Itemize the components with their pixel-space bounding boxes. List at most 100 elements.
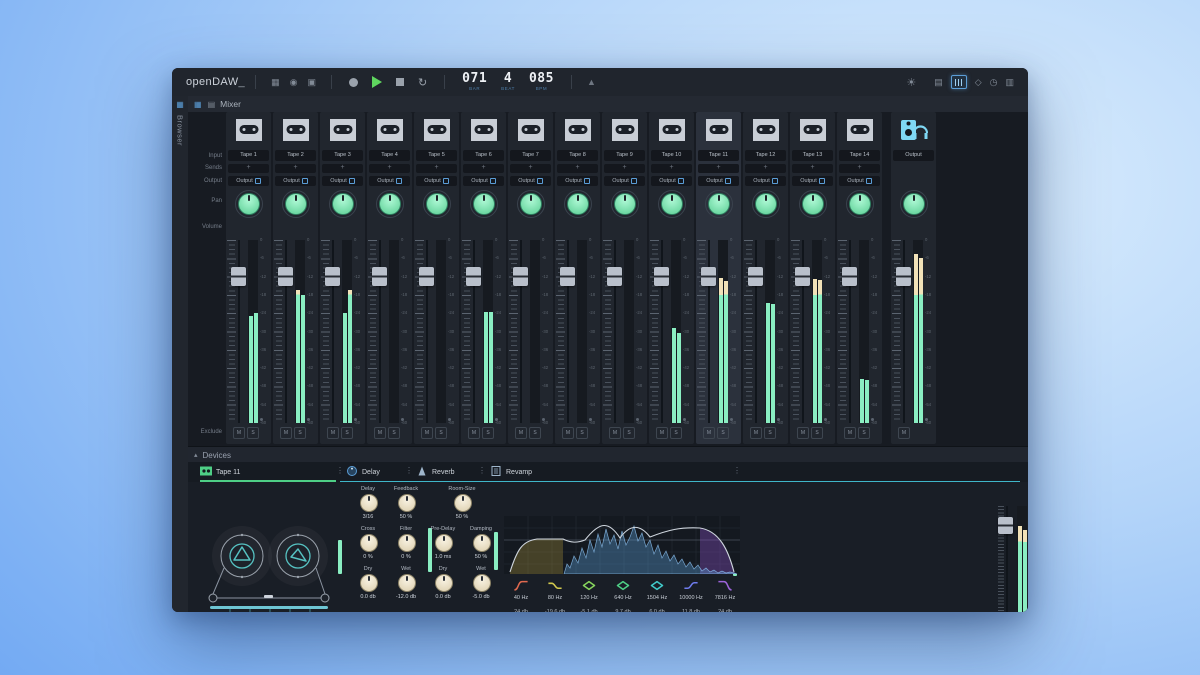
volume-fader[interactable]: [696, 240, 716, 423]
channel-name[interactable]: Tape 9: [604, 150, 645, 161]
sends-add-button[interactable]: +: [557, 164, 598, 173]
play-button[interactable]: [372, 76, 382, 88]
pan-knob[interactable]: [285, 193, 307, 215]
mute-button[interactable]: M: [327, 427, 339, 439]
channel-strip-output[interactable]: Output0-6-12-18-24-30-36-42-48-54-60M: [891, 112, 936, 444]
delay-knob-cross[interactable]: [360, 534, 378, 552]
record-button[interactable]: [349, 78, 358, 87]
panel-left-icon[interactable]: ▤: [934, 77, 943, 88]
sends-add-button[interactable]: +: [792, 164, 833, 173]
volume-fader[interactable]: [226, 240, 246, 423]
channel-name[interactable]: Tape 7: [510, 150, 551, 161]
channel-name[interactable]: Tape 6: [463, 150, 504, 161]
fader-handle[interactable]: [607, 267, 622, 286]
pan-knob[interactable]: [614, 193, 636, 215]
solo-button[interactable]: S: [247, 427, 259, 439]
bar-display[interactable]: 071 BAR: [462, 73, 487, 91]
channel-name[interactable]: Tape 10: [651, 150, 692, 161]
delay-knob-wet[interactable]: [398, 574, 416, 592]
channel-strip-tape-1[interactable]: Tape 1+Output0-6-12-18-24-30-36-42-48-54…: [226, 112, 271, 444]
channel-name[interactable]: Tape 11: [698, 150, 739, 161]
sends-add-button[interactable]: +: [275, 164, 316, 173]
output-route-button[interactable]: Output: [651, 176, 692, 186]
eq-band-lowshelf-icon[interactable]: [547, 578, 563, 589]
pan-knob[interactable]: [755, 193, 777, 215]
eq-band-freq[interactable]: 7816 Hz: [705, 595, 745, 601]
channel-strip-tape-8[interactable]: Tape 8+Output0-6-12-18-24-30-36-42-48-54…: [555, 112, 600, 444]
channel-name[interactable]: Tape 2: [275, 150, 316, 161]
sends-add-button[interactable]: +: [322, 164, 363, 173]
pan-knob[interactable]: [379, 193, 401, 215]
eq-band-highpass-icon[interactable]: [513, 578, 529, 589]
delay-knob-feedback[interactable]: [398, 494, 416, 512]
eq-band-highshelf-icon[interactable]: [683, 578, 699, 589]
channel-strip-tape-2[interactable]: Tape 2+Output0-6-12-18-24-30-36-42-48-54…: [273, 112, 318, 444]
eq-spectrum-display[interactable]: [504, 516, 740, 574]
device-tab-delay[interactable]: Delay: [346, 462, 380, 482]
layout-icon[interactable]: ▦: [271, 78, 280, 87]
mute-button[interactable]: M: [844, 427, 856, 439]
volume-fader[interactable]: [837, 240, 857, 423]
panel-right-icon[interactable]: ▥: [1005, 77, 1014, 88]
eq-band-lowpass-icon[interactable]: [717, 578, 733, 589]
mute-button[interactable]: M: [280, 427, 292, 439]
fader-handle[interactable]: [278, 267, 293, 286]
cube-icon[interactable]: ◇: [975, 77, 982, 88]
solo-button[interactable]: S: [294, 427, 306, 439]
fader-handle[interactable]: [372, 267, 387, 286]
eq-band-bell-icon[interactable]: [649, 578, 665, 589]
channel-name[interactable]: Tape 5: [416, 150, 457, 161]
mute-button[interactable]: M: [898, 427, 910, 439]
solo-button[interactable]: S: [623, 427, 635, 439]
output-route-button[interactable]: Output: [463, 176, 504, 186]
channel-strip-tape-7[interactable]: Tape 7+Output0-6-12-18-24-30-36-42-48-54…: [508, 112, 553, 444]
save-icon[interactable]: ▣: [307, 78, 316, 87]
volume-fader[interactable]: [273, 240, 293, 423]
output-route-button[interactable]: Output: [604, 176, 645, 186]
reverb-knob-wet[interactable]: [473, 574, 491, 592]
reverb-knob-dry[interactable]: [435, 574, 453, 592]
mute-button[interactable]: M: [421, 427, 433, 439]
channel-name[interactable]: Tape 1: [228, 150, 269, 161]
solo-button[interactable]: S: [811, 427, 823, 439]
device-menu-dots[interactable]: ⋮: [405, 466, 413, 475]
stop-button[interactable]: [396, 78, 404, 86]
solo-button[interactable]: S: [670, 427, 682, 439]
channel-strip-tape-14[interactable]: Tape 14+Output0-6-12-18-24-30-36-42-48-5…: [837, 112, 882, 444]
sends-add-button[interactable]: +: [651, 164, 692, 173]
device-menu-dots[interactable]: ⋮: [733, 466, 741, 475]
volume-fader[interactable]: [461, 240, 481, 423]
pan-knob[interactable]: [903, 193, 925, 215]
metronome-icon[interactable]: ▲: [587, 78, 596, 87]
output-route-button[interactable]: Output: [369, 176, 410, 186]
solo-button[interactable]: S: [341, 427, 353, 439]
channel-strip-tape-12[interactable]: Tape 12+Output0-6-12-18-24-30-36-42-48-5…: [743, 112, 788, 444]
pan-knob[interactable]: [332, 193, 354, 215]
solo-button[interactable]: S: [858, 427, 870, 439]
solo-button[interactable]: S: [717, 427, 729, 439]
output-route-button[interactable]: Output: [322, 176, 363, 186]
channel-name[interactable]: Tape 13: [792, 150, 833, 161]
solo-button[interactable]: S: [764, 427, 776, 439]
solo-button[interactable]: S: [482, 427, 494, 439]
volume-fader[interactable]: [891, 240, 911, 423]
browser-icon[interactable]: ▦: [172, 100, 188, 109]
pan-knob[interactable]: [802, 193, 824, 215]
sends-add-button[interactable]: +: [369, 164, 410, 173]
output-route-button[interactable]: Output: [228, 176, 269, 186]
sends-add-button[interactable]: +: [745, 164, 786, 173]
pan-knob[interactable]: [708, 193, 730, 215]
reverb-knob-room-size[interactable]: [454, 494, 472, 512]
fader-handle[interactable]: [998, 517, 1013, 534]
tape-device-display[interactable]: [200, 516, 338, 612]
channel-strip-tape-3[interactable]: Tape 3+Output0-6-12-18-24-30-36-42-48-54…: [320, 112, 365, 444]
channel-name[interactable]: Tape 4: [369, 150, 410, 161]
mute-button[interactable]: M: [233, 427, 245, 439]
output-route-button[interactable]: Output: [698, 176, 739, 186]
fader-handle[interactable]: [748, 267, 763, 286]
fader-handle[interactable]: [419, 267, 434, 286]
solo-button[interactable]: S: [529, 427, 541, 439]
volume-fader[interactable]: [508, 240, 528, 423]
globe-icon[interactable]: ◷: [990, 77, 998, 88]
output-route-button[interactable]: Output: [745, 176, 786, 186]
